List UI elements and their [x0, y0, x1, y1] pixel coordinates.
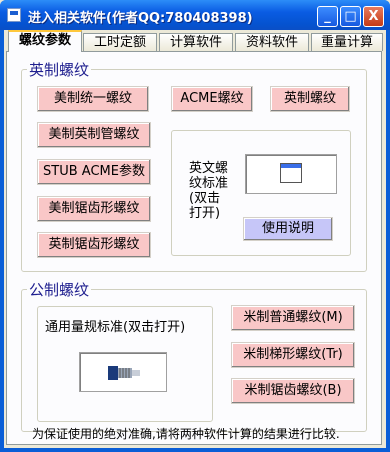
minimize-button[interactable]: _: [317, 6, 338, 27]
metric-normal-thread-button[interactable]: 米制普通螺纹(M): [231, 305, 355, 331]
thread-gauge-icon: [108, 366, 140, 380]
tab-strip: 螺纹参数 工时定额 计算软件 资料软件 重量计算: [8, 30, 383, 52]
us-buttress-thread-button[interactable]: 美制锯齿形螺纹: [37, 196, 151, 222]
close-button[interactable]: X: [363, 6, 384, 27]
main-window: 进入相关软件(作者QQ:780408398) _ □ X 螺纹参数 工时定额 计…: [0, 0, 390, 452]
tab-work-hours[interactable]: 工时定额: [83, 33, 157, 51]
window-client-area: 螺纹参数 工时定额 计算软件 资料软件 重量计算 英制螺纹 美制统一螺纹 ACM…: [4, 30, 386, 448]
pipe-thread-button[interactable]: 美制英制管螺纹: [37, 122, 151, 148]
app-window-icon: [7, 8, 21, 22]
stub-acme-button[interactable]: STUB ACME参数: [37, 159, 151, 185]
imperial-group-label: 英制螺纹: [27, 59, 92, 80]
window-doc-icon: [280, 163, 302, 183]
window-title: 进入相关软件(作者QQ:780408398): [28, 11, 253, 26]
metric-trapezoid-thread-button[interactable]: 米制梯形螺纹(Tr): [231, 342, 355, 368]
tab-weight-calc[interactable]: 重量计算: [311, 33, 383, 51]
imperial-standard-label-2: 纹标准: [189, 176, 229, 191]
tab-thread-params[interactable]: 螺纹参数: [8, 30, 82, 52]
maximize-button[interactable]: □: [340, 6, 361, 27]
imperial-standard-label-4: 打开): [189, 206, 221, 221]
acme-thread-button[interactable]: ACME螺纹: [171, 86, 253, 112]
title-bar[interactable]: 进入相关软件(作者QQ:780408398) _ □ X: [0, 0, 390, 30]
tab-reference-software[interactable]: 资料软件: [235, 33, 309, 51]
metric-group-label: 公制螺纹: [27, 279, 92, 300]
accuracy-note: 为保证使用的绝对准确,请将两种软件计算的结果进行比较.: [32, 427, 340, 441]
gauge-standard-doc-icon[interactable]: [79, 352, 167, 392]
uk-buttress-thread-button[interactable]: 英制锯齿形螺纹: [37, 232, 151, 258]
british-thread-button[interactable]: 英制螺纹: [270, 86, 350, 112]
unified-thread-button[interactable]: 美制统一螺纹: [37, 86, 149, 112]
metric-buttress-thread-button[interactable]: 米制锯齿螺纹(B): [231, 378, 355, 404]
usage-help-button[interactable]: 使用说明: [243, 217, 333, 241]
thread-params-panel: 英制螺纹 美制统一螺纹 ACME螺纹 英制螺纹 美制英制管螺纹 STUB ACM…: [6, 51, 382, 445]
imperial-standard-label-3: (双击: [189, 191, 221, 206]
imperial-standard-label-1: 英文螺: [189, 161, 229, 176]
tab-calc-software[interactable]: 计算软件: [159, 33, 233, 51]
gauge-standard-label: 通用量规标准(双击打开): [45, 320, 186, 335]
imperial-standard-doc-icon[interactable]: [245, 154, 337, 194]
